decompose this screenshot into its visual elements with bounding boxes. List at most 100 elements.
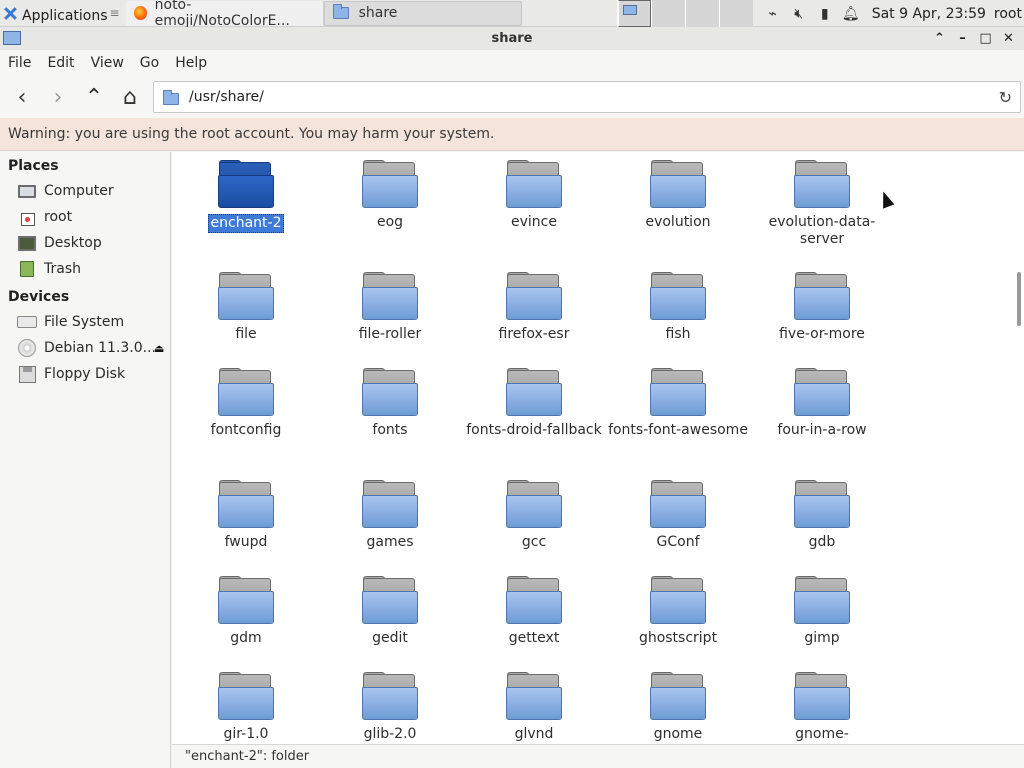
top-panel: Applications ≡ noto-emoji/NotoColorE... … [0,0,1024,29]
folder-item[interactable]: fwupd [176,472,316,551]
folder-item[interactable]: games [320,472,460,551]
folder-item[interactable]: five-or-more [752,264,892,343]
battery-icon[interactable]: ▮ [814,4,836,24]
folder-icon [218,480,274,528]
folder-label: fonts-font-awesome [608,422,748,438]
folder-icon [218,272,274,320]
menu-edit[interactable]: Edit [39,55,82,71]
status-bar: "enchant-2": folder [172,744,1024,768]
folder-item[interactable]: evince [464,152,604,231]
back-button[interactable]: ‹ [4,79,40,115]
workspace-2[interactable] [651,0,685,27]
folder-item[interactable]: gdm [176,568,316,647]
folder-item[interactable]: gimp [752,568,892,647]
folder-item[interactable]: fonts-font-awesome [608,360,748,439]
location-path[interactable]: /usr/share/ [189,89,264,105]
folder-item[interactable]: gedit [320,568,460,647]
sidebar-item-floppy[interactable]: Floppy Disk [0,361,170,387]
folder-item[interactable]: fonts [320,360,460,439]
folder-item[interactable]: ghostscript [608,568,748,647]
sidebar-item-trash[interactable]: Trash [0,256,170,282]
shade-icon[interactable]: ⌃ [928,31,951,46]
folder-item[interactable]: four-in-a-row [752,360,892,439]
forward-button[interactable]: › [40,79,76,115]
folder-label: glib-2.0 [363,726,417,742]
location-bar[interactable]: /usr/share/ ↻ [153,81,1021,113]
sidebar-item-desktop[interactable]: Desktop [0,230,170,256]
folder-item[interactable]: fontconfig [176,360,316,439]
folder-label: gnome [653,726,703,742]
menu-file[interactable]: File [0,55,39,71]
home-icon: ⌂ [123,84,137,110]
volume-muted-icon[interactable]: 🔇︎ [788,4,810,24]
folder-item[interactable]: gnome [608,664,748,743]
workspace-4[interactable] [719,0,753,27]
folder-item[interactable]: evolution [608,152,748,231]
eject-icon[interactable]: ⏏ [154,342,164,355]
folder-item[interactable]: eog [320,152,460,231]
folder-icon [794,160,850,208]
minimize-icon[interactable]: – [951,31,974,46]
sidebar-item-root[interactable]: root [0,204,170,230]
folder-label: eog [376,214,404,230]
file-grid[interactable]: enchant-2 eog evince evolution evolution-dat… [172,152,1024,744]
folder-label: gedit [372,630,408,646]
maximize-icon[interactable]: □ [974,31,997,46]
folder-item[interactable]: gettext [464,568,604,647]
folder-icon [506,368,562,416]
sidebar-item-debian-disc[interactable]: Debian 11.3.0... ⏏ [0,335,170,361]
taskbar-item-firefox[interactable]: noto-emoji/NotoColorE... [125,0,324,29]
folder-item[interactable]: file [176,264,316,343]
applications-separator: ≡ [109,6,120,20]
trash-icon [20,261,34,277]
window-folder-icon[interactable] [3,31,21,45]
home-button[interactable]: ⌂ [112,79,148,115]
folder-label: file [235,326,257,342]
user-menu[interactable]: root [994,6,1022,22]
location-folder-icon [163,89,179,105]
menu-bar: File Edit View Go Help [0,50,1024,76]
folder-item[interactable]: GConf [608,472,748,551]
folder-item[interactable]: evolution-data- server [752,152,892,248]
parent-folder-button[interactable]: ⌃ [76,79,112,115]
workspace-3[interactable] [685,0,719,27]
menu-go[interactable]: Go [132,55,167,71]
folder-item[interactable]: gcc [464,472,604,551]
folder-item[interactable]: fonts-droid-fallback [464,360,604,439]
sidebar-item-file-system[interactable]: File System [0,309,170,335]
reload-icon[interactable]: ↻ [999,88,1012,107]
folder-item[interactable]: glvnd [464,664,604,743]
network-icon[interactable]: ⌁ [762,4,784,24]
sidebar-item-computer[interactable]: Computer [0,178,170,204]
places-heading: Places [8,158,59,174]
window-titlebar[interactable]: share ⌃ – □ ✕ [0,27,1024,50]
notification-bell-icon[interactable]: 🔔︎ [840,4,862,24]
forward-arrow-icon: › [53,84,63,110]
close-icon[interactable]: ✕ [997,31,1020,46]
folder-label: ghostscript [638,630,718,646]
folder-item[interactable]: enchant-2 [176,152,316,233]
folder-icon [218,160,274,208]
menu-help[interactable]: Help [167,55,215,71]
workspace-1[interactable] [617,0,651,27]
vertical-scrollbar[interactable] [1017,272,1021,326]
folder-item[interactable]: gir-1.0 [176,664,316,743]
folder-item[interactable]: gdb [752,472,892,551]
folder-icon [332,4,349,19]
window-title: share [491,31,533,46]
workspace-switcher[interactable] [617,0,753,27]
folder-icon [794,576,850,624]
folder-item[interactable]: file-roller [320,264,460,343]
taskbar-item-share[interactable]: share [323,0,522,26]
sidebar: Places Computer root Desktop Trash Devic… [0,152,171,768]
clock[interactable]: Sat 9 Apr, 23:59 [872,6,986,22]
applications-menu[interactable]: Applications ≡ [0,0,120,27]
folder-icon [218,672,274,720]
folder-icon [362,576,418,624]
folder-item[interactable]: fish [608,264,748,343]
folder-item[interactable]: gnome-background- [752,664,892,744]
menu-view[interactable]: View [83,55,132,71]
folder-item[interactable]: glib-2.0 [320,664,460,743]
folder-label: evolution-data- server [768,214,876,247]
folder-item[interactable]: firefox-esr [464,264,604,343]
